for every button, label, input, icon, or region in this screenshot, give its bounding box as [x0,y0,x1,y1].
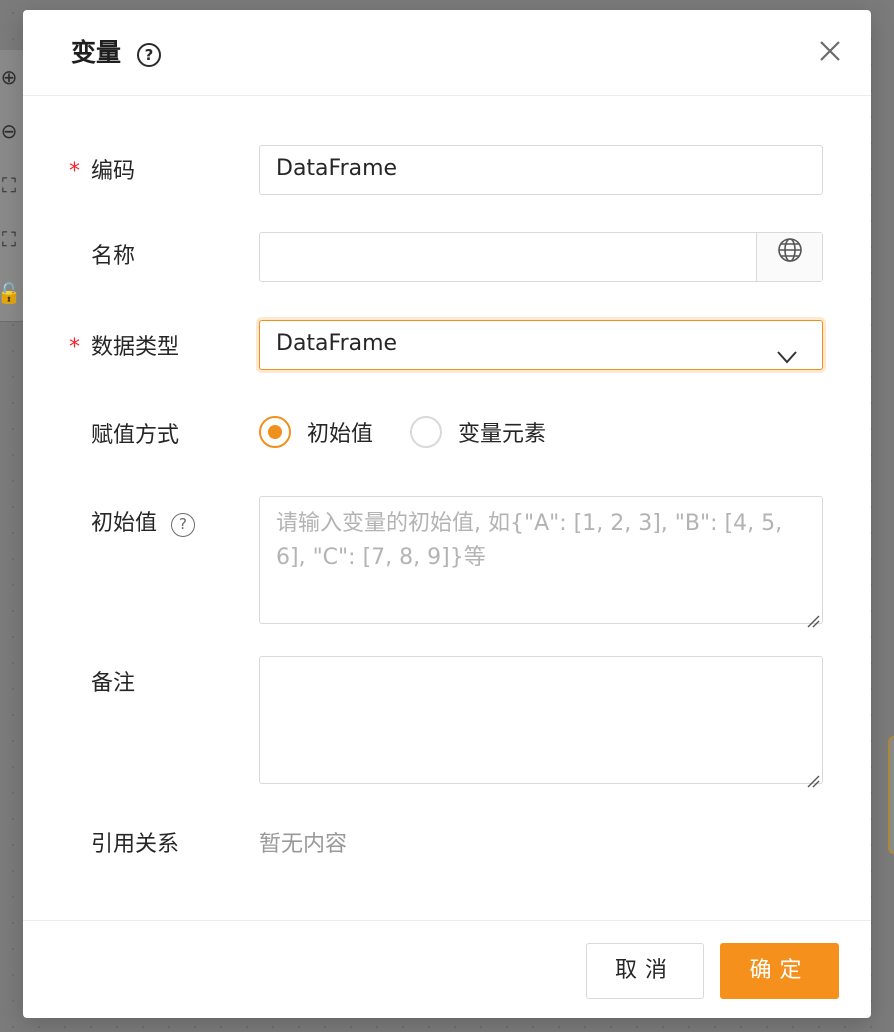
help-icon[interactable]: ? [137,43,161,67]
assign-mode-label: 赋值方式 [91,423,180,448]
radio-label: 变量元素 [458,422,547,447]
canvas-toolbar: ⊕ ⊖ ⛶ ⛶ 🔓 [0,50,24,322]
initial-value-placeholder: 请输入变量的初始值, 如{"A": [1, 2, 3], "B": [4, 5,… [276,511,783,570]
references-empty-text: 暂无内容 [259,832,348,857]
chevron-down-icon [776,336,798,364]
data-type-value: DataFrame [276,331,398,356]
references-label: 引用关系 [91,832,180,857]
unlock-icon[interactable]: 🔓 [0,280,22,306]
radio-variable-element[interactable]: 变量元素 [410,416,546,448]
code-label: 编码 [91,159,136,184]
assign-mode-radio-group: 初始值 变量元素 [259,416,759,452]
fit-screen-icon[interactable]: ⛶ [0,172,22,198]
globe-icon [777,234,803,280]
data-type-select[interactable]: DataFrame [259,320,823,370]
remark-textarea[interactable] [259,656,823,788]
required-mark: * [69,159,80,184]
resize-handle-icon[interactable] [804,765,820,788]
initial-value-textarea[interactable]: 请输入变量的初始值, 如{"A": [1, 2, 3], "B": [4, 5,… [259,496,823,628]
zoom-out-icon[interactable]: ⊖ [0,118,22,144]
dialog-header: 变量 ? [23,10,871,96]
dialog-title: 变量 [71,38,122,67]
data-type-label: 数据类型 [91,335,180,360]
required-mark: * [69,335,80,360]
language-button[interactable] [756,233,822,281]
background-node [888,736,894,854]
radio-initial-value[interactable]: 初始值 [259,416,373,448]
cancel-button[interactable]: 取消 [586,943,704,999]
radio-unchecked-icon [410,416,442,448]
variable-dialog: 变量 ? * 编码 DataFrame 名称 * 数据类型 DataFrame [23,10,871,1018]
close-icon[interactable] [817,38,843,64]
radio-label: 初始值 [307,422,374,447]
radio-checked-icon [259,416,291,448]
code-input[interactable]: DataFrame [259,145,823,195]
actual-size-icon[interactable]: ⛶ [0,226,22,252]
name-input[interactable] [259,232,823,282]
remark-label: 备注 [91,671,136,696]
zoom-in-icon[interactable]: ⊕ [0,64,22,90]
initial-value-label: 初始值 [91,511,158,536]
name-label: 名称 [91,244,136,269]
dialog-footer: 取消 确定 [23,920,871,1018]
confirm-button[interactable]: 确定 [720,943,839,999]
resize-handle-icon[interactable] [804,605,820,628]
help-icon[interactable]: ? [171,513,195,537]
